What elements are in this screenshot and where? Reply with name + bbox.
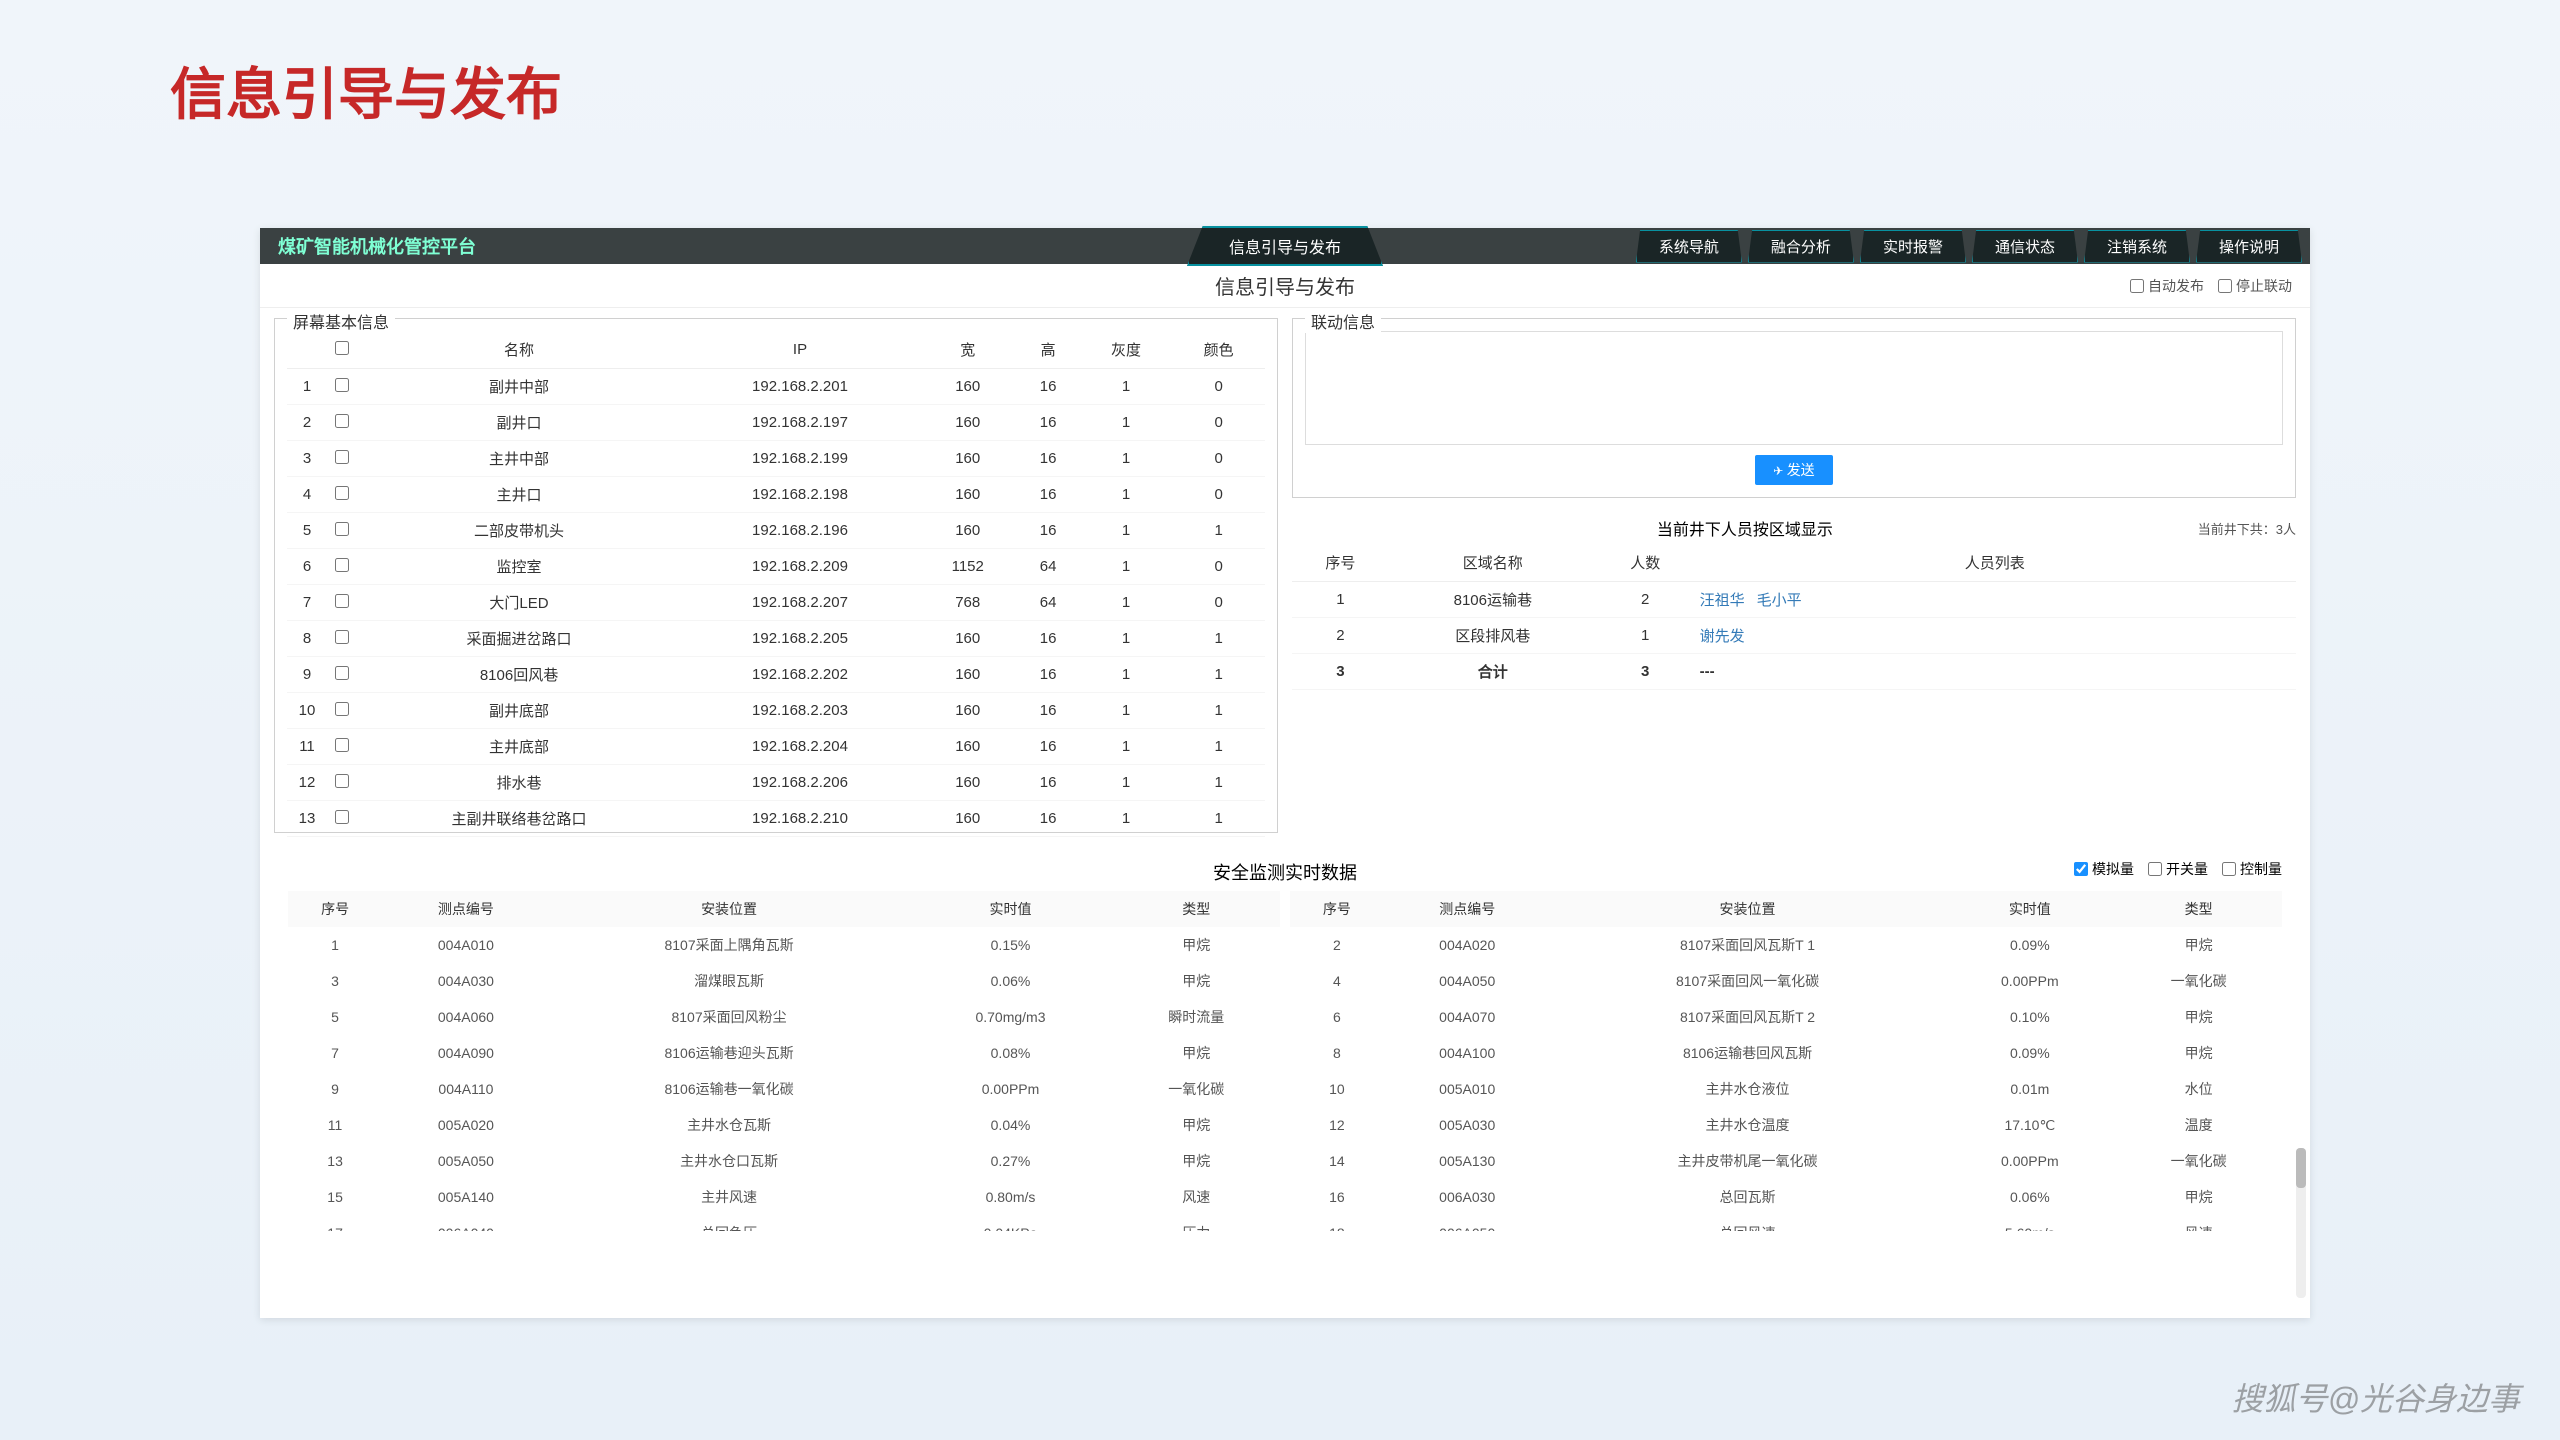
table-row: 13005A050主井水仓口瓦斯0.27%甲烷 [288,1143,1280,1179]
control-checkbox[interactable]: 控制量 [2222,859,2282,879]
slide-title: 信息引导与发布 [170,50,562,131]
row-checkbox[interactable] [335,486,349,500]
table-row: 4004A0508107采面回风一氧化碳0.00PPm一氧化碳 [1290,963,2282,999]
table-row: 10005A010主井水仓液位0.01m水位 [1290,1071,2282,1107]
current-module-tab: 信息引导与发布 [1187,226,1383,266]
panel-title: 联动信息 [1305,309,1381,333]
panel-title: 屏幕基本信息 [287,309,395,333]
row-checkbox[interactable] [335,702,349,716]
row-checkbox[interactable] [335,594,349,608]
table-row: 3004A030溜煤眼瓦斯0.06%甲烷 [288,963,1280,999]
nav-tab[interactable]: 注销系统 [2084,230,2190,263]
nav-tab[interactable]: 操作说明 [2196,230,2302,263]
app-header: 煤矿智能机械化管控平台 信息引导与发布 系统导航融合分析实时报警通信状态注销系统… [260,228,2310,264]
table-row[interactable]: 6监控室192.168.2.20911526410 [287,549,1265,585]
page-title: 信息引导与发布 [1215,271,1355,300]
app-logo: 煤矿智能机械化管控平台 [260,233,494,259]
safety-table-left: 序号测点编号安装位置实时值类型 1004A0108107采面上隅角瓦斯0.15%… [288,891,1280,1231]
table-row: 18006A050总回风速5.60m/s风速 [1290,1215,2282,1231]
row-checkbox[interactable] [335,774,349,788]
table-row: 15005A140主井风速0.80m/s风速 [288,1179,1280,1215]
table-row: 17006A040总回负压0.04KPa压力 [288,1215,1280,1231]
table-row: 7004A0908106运输巷迎头瓦斯0.08%甲烷 [288,1035,1280,1071]
safety-title: 安全监测实时数据 [274,853,2296,891]
watermark: 搜狐号@光谷身边事 [2232,1374,2521,1420]
table-row[interactable]: 4主井口192.168.2.1981601610 [287,477,1265,513]
table-row[interactable]: 98106回风巷192.168.2.2021601611 [287,657,1265,693]
table-row: 18106运输巷2汪祖华毛小平 [1292,582,2296,618]
personnel-count: 当前井下共：3人 [2198,519,2296,538]
table-row: 2004A0208107采面回风瓦斯T 10.09%甲烷 [1290,927,2282,963]
table-row: 5004A0608107采面回风粉尘0.70mg/m3瞬时流量 [288,999,1280,1035]
stop-link-checkbox[interactable]: 停止联动 [2218,276,2292,296]
right-column: 联动信息 发送 当前井下人员按区域显示 当前井下共：3人 序号区域名称人数人员列… [1292,318,2296,833]
row-checkbox[interactable] [335,522,349,536]
auto-publish-checkbox[interactable]: 自动发布 [2130,276,2204,296]
table-row: 1004A0108107采面上隅角瓦斯0.15%甲烷 [288,927,1280,963]
row-checkbox[interactable] [335,738,349,752]
row-checkbox[interactable] [335,666,349,680]
link-message-textarea[interactable] [1305,331,2283,445]
total-row: 3合计3--- [1292,654,2296,690]
table-row[interactable]: 1副井中部192.168.2.2011601610 [287,369,1265,405]
sub-header: 信息引导与发布 自动发布 停止联动 [260,264,2310,308]
table-row[interactable]: 3主井中部192.168.2.1991601610 [287,441,1265,477]
select-all-checkbox[interactable] [335,341,349,355]
table-row: 8004A1008106运输巷回风瓦斯0.09%甲烷 [1290,1035,2282,1071]
table-row: 14005A130主井皮带机尾一氧化碳0.00PPm一氧化碳 [1290,1143,2282,1179]
app-window: 煤矿智能机械化管控平台 信息引导与发布 系统导航融合分析实时报警通信状态注销系统… [260,228,2310,1318]
link-info-panel: 联动信息 发送 [1292,318,2296,498]
table-row[interactable]: 12排水巷192.168.2.2061601611 [287,765,1265,801]
personnel-table: 序号区域名称人数人员列表 18106运输巷2汪祖华毛小平2区段排风巷1谢先发3合… [1292,544,2296,690]
safety-section: 安全监测实时数据 模拟量 开关量 控制量 序号测点编号安装位置实时值类型 100… [274,853,2296,1231]
row-checkbox[interactable] [335,450,349,464]
switch-checkbox[interactable]: 开关量 [2148,859,2208,879]
table-row[interactable]: 8采面掘进岔路口192.168.2.2051601611 [287,621,1265,657]
nav-tab[interactable]: 融合分析 [1748,230,1854,263]
send-button[interactable]: 发送 [1755,455,1832,485]
table-row: 12005A030主井水仓温度17.10℃温度 [1290,1107,2282,1143]
nav-tab[interactable]: 实时报警 [1860,230,1966,263]
nav-tab[interactable]: 系统导航 [1636,230,1742,263]
nav-tabs: 系统导航融合分析实时报警通信状态注销系统操作说明 [1636,230,2302,263]
table-row[interactable]: 7大门LED192.168.2.2077686410 [287,585,1265,621]
screen-table: 名称IP宽高灰度颜色 1副井中部192.168.2.20116016102副井口… [287,331,1265,837]
row-checkbox[interactable] [335,630,349,644]
row-checkbox[interactable] [335,558,349,572]
table-row: 16006A030总回瓦斯0.06%甲烷 [1290,1179,2282,1215]
table-row[interactable]: 10副井底部192.168.2.2031601611 [287,693,1265,729]
person-link[interactable]: 汪祖华 [1700,592,1745,609]
personnel-title: 当前井下人员按区域显示 [1292,516,2198,540]
person-link[interactable]: 毛小平 [1757,592,1802,609]
table-row[interactable]: 13主副井联络巷岔路口192.168.2.2101601611 [287,801,1265,837]
safety-table-right: 序号测点编号安装位置实时值类型 2004A0208107采面回风瓦斯T 10.0… [1290,891,2282,1231]
personnel-section: 当前井下人员按区域显示 当前井下共：3人 序号区域名称人数人员列表 18106运… [1292,512,2296,690]
row-checkbox[interactable] [335,414,349,428]
table-row: 6004A0708107采面回风瓦斯T 20.10%甲烷 [1290,999,2282,1035]
table-row[interactable]: 11主井底部192.168.2.2041601611 [287,729,1265,765]
header-controls: 自动发布 停止联动 [2130,276,2292,296]
table-row: 2区段排风巷1谢先发 [1292,618,2296,654]
safety-filters: 模拟量 开关量 控制量 [2060,859,2296,885]
row-checkbox[interactable] [335,378,349,392]
nav-tab[interactable]: 通信状态 [1972,230,2078,263]
analog-checkbox[interactable]: 模拟量 [2074,859,2134,879]
table-row: 9004A1108106运输巷一氧化碳0.00PPm一氧化碳 [288,1071,1280,1107]
screen-info-panel: 屏幕基本信息 名称IP宽高灰度颜色 1副井中部192.168.2.2011601… [274,318,1278,833]
person-link[interactable]: 谢先发 [1700,628,1745,645]
scrollbar[interactable] [2296,1148,2306,1298]
row-checkbox[interactable] [335,810,349,824]
table-row[interactable]: 5二部皮带机头192.168.2.1961601611 [287,513,1265,549]
table-row[interactable]: 2副井口192.168.2.1971601610 [287,405,1265,441]
table-row: 11005A020主井水仓瓦斯0.04%甲烷 [288,1107,1280,1143]
